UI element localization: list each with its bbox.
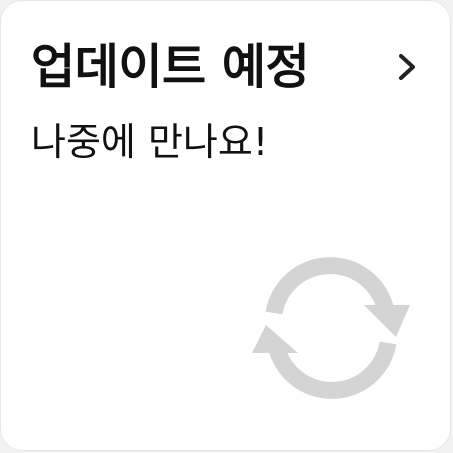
refresh-icon [252, 257, 410, 399]
card-subtitle: 나중에 만나요! [31, 120, 269, 164]
chevron-right-icon[interactable] [393, 49, 423, 85]
update-card[interactable]: 업데이트 예정 나중에 만나요! [0, 0, 451, 451]
card-header[interactable]: 업데이트 예정 [31, 35, 420, 99]
card-title: 업데이트 예정 [31, 39, 310, 95]
